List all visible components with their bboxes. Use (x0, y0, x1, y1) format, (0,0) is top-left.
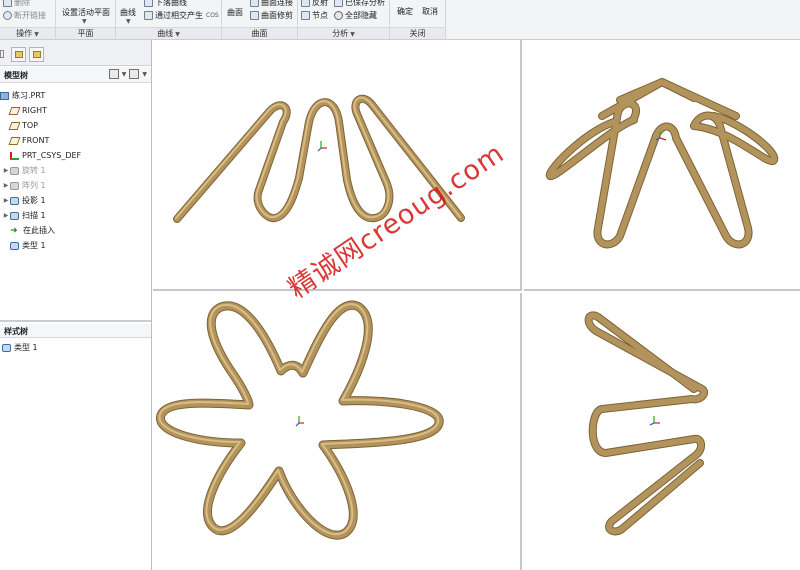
part-icon (0, 91, 9, 100)
gear-icon (334, 11, 343, 20)
cos-label: COS (206, 12, 219, 19)
viewport-top[interactable] (153, 293, 522, 570)
expand-icon[interactable]: ▶ (2, 197, 10, 204)
tree-item-top[interactable]: TOP (0, 118, 151, 133)
chevron-down-icon[interactable]: ▼ (142, 71, 147, 78)
surface-connect-button[interactable]: 曲面连接 (250, 0, 293, 8)
insert-here-icon: ➜ (10, 225, 18, 236)
navigator-panel: 模型树 ▼ ▼ 练习.PRT RIGHT TOP FRONT PRT_CSYS_… (0, 40, 152, 570)
ribbon-group-close: 确定 取消 关闭 (390, 0, 446, 40)
style-icon (10, 241, 19, 250)
navigator-tabs (0, 40, 151, 66)
csys-triad (649, 416, 660, 426)
ribbon-toolbar: 删除 断开链接 操作 ▼ 设置活动平面 ▼ 平面 曲线 ▼ 下落曲线 通过相交产生… (0, 0, 800, 40)
saved-analysis-button[interactable]: 已保存分析 (334, 0, 385, 8)
group-label-analysis[interactable]: 分析 ▼ (298, 27, 389, 39)
tree-item-part[interactable]: 练习.PRT (0, 88, 151, 103)
style-tree-item[interactable]: 类型 1 (0, 340, 151, 355)
tree-item-pattern[interactable]: ▶ 阵列 1 (0, 178, 151, 193)
intersect-curve-icon (144, 11, 153, 20)
datum-plane-icon (8, 106, 21, 115)
tree-item-front[interactable]: FRONT (0, 133, 151, 148)
group-label-operations[interactable]: 操作 ▼ (0, 27, 55, 39)
top-view-model (156, 300, 444, 540)
break-link-icon (3, 11, 12, 20)
surface-connect-icon (250, 0, 259, 7)
surface-trim-icon (250, 11, 259, 20)
show-icon[interactable] (129, 69, 140, 79)
expand-icon[interactable]: ▶ (2, 182, 10, 189)
tree-item-projection[interactable]: ▶ 投影 1 (0, 193, 151, 208)
surface-button[interactable]: 曲面 (227, 7, 243, 18)
saved-analysis-icon (334, 0, 343, 7)
viewport-iso[interactable] (524, 40, 800, 291)
break-link-button[interactable]: 断开链接 (3, 10, 46, 21)
tab-folder-browser[interactable] (29, 47, 44, 62)
reflect-button[interactable]: 反射 (301, 0, 328, 8)
datum-plane-icon (8, 136, 21, 145)
ribbon-group-curves: 曲线 ▼ 下落曲线 通过相交产生 COS 曲线 ▼ (116, 0, 222, 40)
hide-all-button[interactable]: 全部隐藏 (334, 10, 377, 21)
surface-trim-button[interactable]: 曲面修剪 (250, 10, 293, 21)
csys-triad (317, 141, 327, 152)
group-label-curves[interactable]: 曲线 ▼ (116, 27, 221, 39)
intersect-curve-button[interactable]: 通过相交产生 (144, 10, 203, 21)
datum-plane-icon (8, 121, 21, 130)
ok-button[interactable]: 确定 (397, 6, 413, 17)
delete-button[interactable]: 删除 (3, 0, 30, 8)
tree-settings-icon[interactable] (108, 69, 119, 79)
side-view-model (584, 311, 708, 536)
delete-icon (3, 0, 12, 7)
sweep-icon (10, 211, 19, 220)
tree-item-insert-here[interactable]: ➜ 在此插入 (0, 223, 151, 238)
drop-curve-button[interactable]: 下落曲线 (144, 0, 187, 8)
style-tree-header: 样式树 (0, 324, 151, 338)
group-label-surface: 曲面 (222, 27, 297, 39)
csys-icon (10, 151, 19, 160)
folder-icon (33, 51, 41, 58)
group-label-close: 关闭 (390, 27, 445, 39)
chevron-down-icon[interactable]: ▼ (122, 71, 127, 78)
revolve-icon (10, 166, 19, 175)
expand-icon[interactable]: ▶ (2, 212, 10, 219)
chevron-down-icon: ▼ (82, 18, 87, 25)
cancel-button[interactable]: 取消 (422, 6, 438, 17)
tab-model-tree[interactable] (11, 47, 26, 62)
tree-item-sweep[interactable]: ▶ 扫描 1 (0, 208, 151, 223)
iso-view-model (545, 78, 779, 249)
node-icon (301, 11, 310, 20)
reflect-icon (301, 0, 310, 7)
tree-item-right[interactable]: RIGHT (0, 103, 151, 118)
ribbon-group-surface: 曲面 曲面连接 曲面修剪 曲面 (222, 0, 298, 40)
ribbon-group-analysis: 反射 节点 已保存分析 全部隐藏 分析 ▼ (298, 0, 390, 40)
model-tree-tools: ▼ ▼ (108, 69, 147, 79)
ribbon-group-plane: 设置活动平面 ▼ 平面 (56, 0, 116, 40)
tree-item-csys[interactable]: PRT_CSYS_DEF (0, 148, 151, 163)
model-tree-title: 模型树 (4, 71, 28, 80)
chevron-down-icon: ▼ (126, 18, 131, 25)
panel-splitter[interactable] (0, 320, 151, 322)
ribbon-group-operations: 删除 断开链接 操作 ▼ (0, 0, 56, 40)
tree-item-revolve[interactable]: ▶ 旋转 1 (0, 163, 151, 178)
style-icon (2, 343, 11, 352)
folder-icon (15, 51, 23, 58)
expand-icon[interactable]: ▶ (2, 167, 10, 174)
drop-curve-icon (144, 0, 153, 7)
node-button[interactable]: 节点 (301, 10, 328, 21)
pattern-icon (10, 181, 19, 190)
collapse-handle[interactable] (0, 50, 4, 58)
csys-triad (295, 416, 304, 427)
model-tree-header: 模型树 ▼ ▼ (0, 67, 151, 83)
set-active-plane-button[interactable]: 设置活动平面 (62, 7, 110, 18)
projection-icon (10, 196, 19, 205)
curve-button[interactable]: 曲线 (120, 7, 136, 18)
style-tree-title: 样式树 (4, 327, 28, 336)
group-label-plane: 平面 (56, 27, 115, 39)
viewport-side[interactable] (524, 293, 800, 570)
tree-item-style[interactable]: 类型 1 (0, 238, 151, 253)
